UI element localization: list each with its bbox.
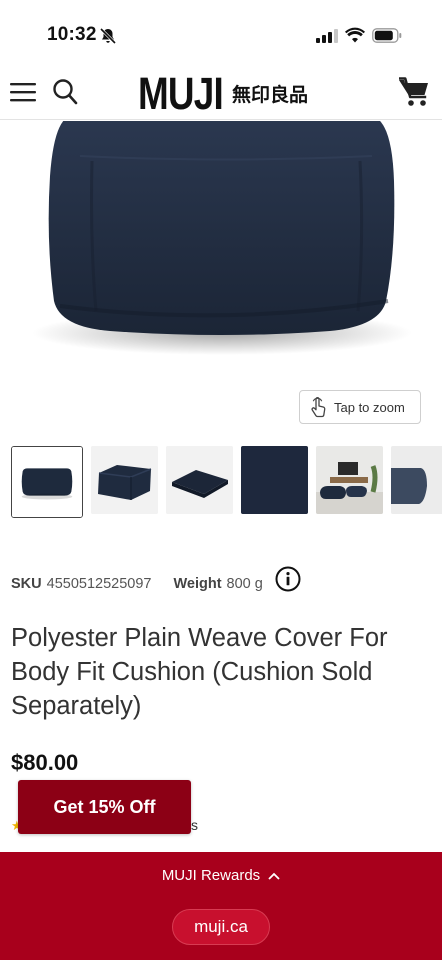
status-time: 10:32 bbox=[47, 24, 97, 45]
rating-text: s bbox=[191, 817, 198, 833]
promo-label: Get 15% Off bbox=[53, 796, 156, 817]
product-title: Polyester Plain Weave Cover For Body Fit… bbox=[11, 624, 388, 720]
thumbnail-cushion-angle[interactable] bbox=[91, 446, 158, 514]
thumbnail-fabric-swatch[interactable] bbox=[241, 446, 308, 514]
sku-value: 4550512525097 bbox=[46, 576, 152, 592]
bell-slash-icon bbox=[99, 27, 117, 45]
wifi-icon bbox=[345, 27, 365, 43]
hand-tap-icon bbox=[311, 397, 326, 418]
get-discount-button[interactable]: Get 15% Off bbox=[18, 780, 191, 834]
sku-label: SKU bbox=[11, 576, 42, 592]
status-bar: 10:32 bbox=[0, 0, 442, 62]
product-price: $80.00 bbox=[11, 750, 79, 775]
signal-icon bbox=[316, 29, 338, 43]
cushion-image bbox=[32, 121, 412, 355]
thumbnail-strip[interactable] bbox=[11, 446, 442, 520]
info-icon[interactable] bbox=[275, 566, 301, 592]
weight-label: Weight bbox=[173, 576, 222, 592]
weight-value: 800 g bbox=[226, 576, 263, 592]
menu-icon[interactable] bbox=[10, 81, 36, 103]
rewards-toggle[interactable]: MUJI Rewards bbox=[0, 867, 442, 884]
cart-icon[interactable] bbox=[398, 77, 430, 107]
logo-kanji: 無印良品 bbox=[232, 83, 309, 106]
zoom-label: Tap to zoom bbox=[334, 399, 405, 415]
search-icon[interactable] bbox=[52, 78, 78, 106]
battery-icon bbox=[372, 28, 402, 43]
logo-text: MUJI bbox=[138, 67, 224, 119]
thumbnail-cushion-front[interactable] bbox=[11, 446, 83, 518]
rewards-bar[interactable]: MUJI Rewards muji.ca bbox=[0, 852, 442, 960]
tap-to-zoom-button[interactable]: Tap to zoom bbox=[299, 390, 421, 424]
muji-logo[interactable]: MUJI 無印良品 bbox=[138, 69, 308, 117]
url-pill[interactable]: muji.ca bbox=[172, 909, 270, 945]
rewards-label: MUJI Rewards bbox=[161, 867, 261, 884]
sku-weight-row: SKU 4550512525097 Weight 800 g bbox=[11, 576, 263, 592]
thumbnail-cushion-side[interactable] bbox=[391, 446, 442, 514]
product-hero-image[interactable] bbox=[0, 121, 442, 421]
thumbnail-folded-cover[interactable] bbox=[166, 446, 233, 514]
site-header: MUJI 無印良品 bbox=[0, 62, 442, 120]
chevron-up-icon bbox=[268, 872, 280, 880]
thumbnail-living-room[interactable] bbox=[316, 446, 383, 514]
url-text: muji.ca bbox=[194, 917, 248, 936]
